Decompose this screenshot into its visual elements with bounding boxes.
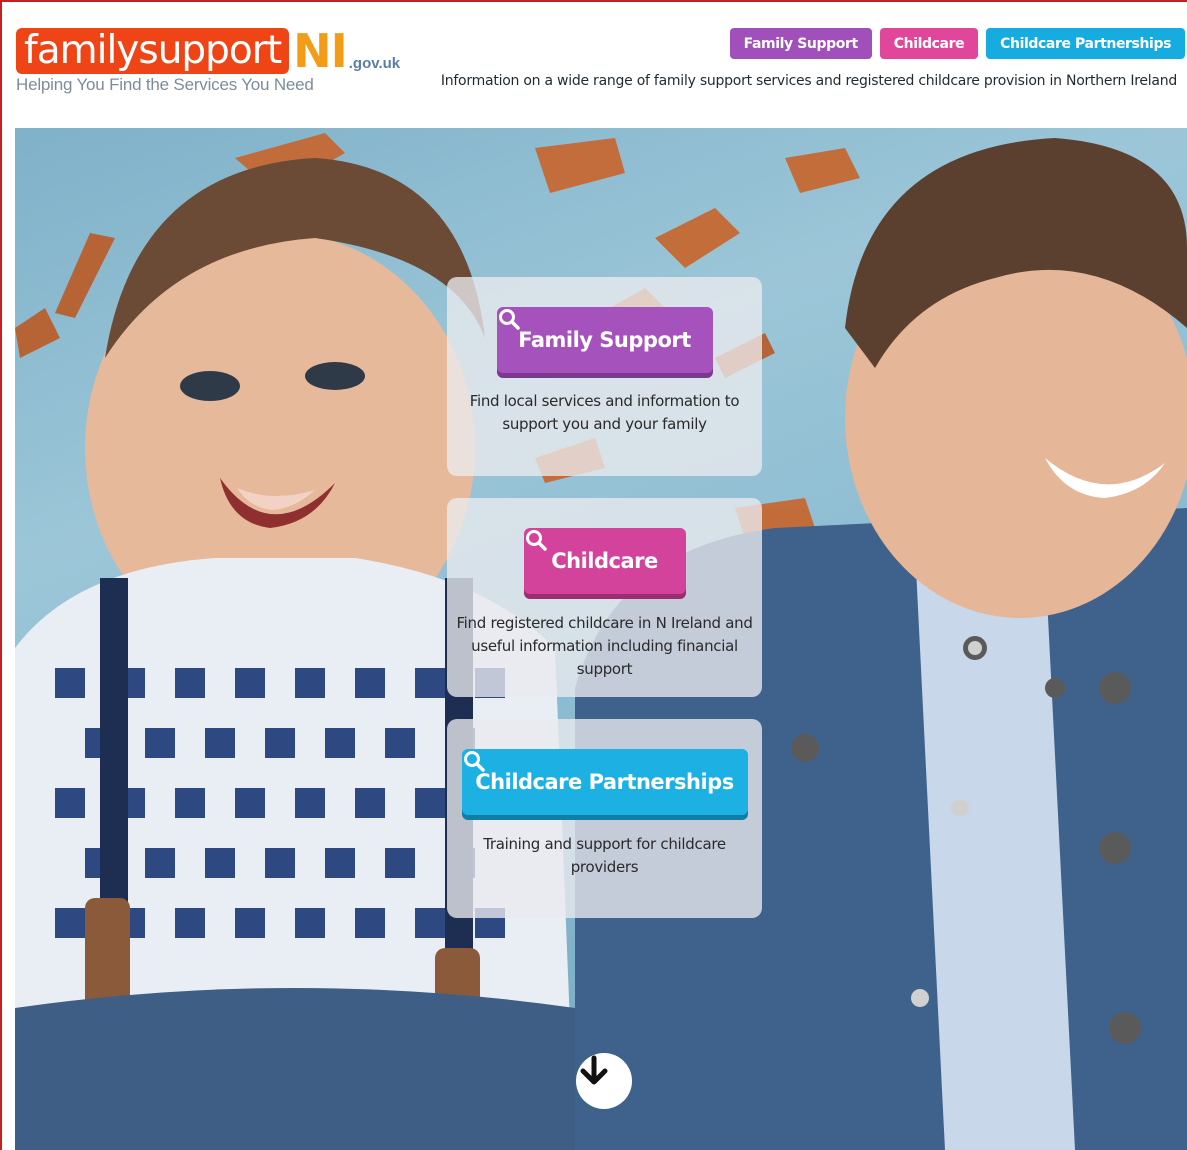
family-support-button-label: Family Support (518, 328, 691, 352)
hero-photo: Family Support Find local services and i… (15, 128, 1187, 1150)
childcare-card: Childcare Find registered childcare in N… (447, 498, 762, 697)
site-logo[interactable]: familysupport NI .gov.uk (16, 22, 400, 74)
family-support-search-button[interactable]: Family Support (496, 307, 713, 373)
arrow-down-icon (580, 1055, 608, 1085)
logo-domain: .gov.uk (348, 55, 401, 72)
childcare-partnerships-description: Training and support for childcare provi… (483, 835, 726, 876)
family-support-card: Family Support Find local services and i… (447, 277, 762, 476)
nav-childcare-partnerships-button[interactable]: Childcare Partnerships (986, 28, 1185, 59)
search-icon (463, 751, 485, 772)
top-nav: Family Support Childcare Childcare Partn… (729, 28, 1185, 59)
childcare-partnerships-card: Childcare Partnerships Training and supp… (447, 719, 762, 918)
site-header: familysupport NI .gov.uk Helping You Fin… (2, 2, 1187, 128)
site-info-text: Information on a wide range of family su… (440, 73, 1177, 89)
logo-wordmark: familysupport (16, 28, 290, 74)
nav-childcare-button[interactable]: Childcare (879, 28, 979, 59)
childcare-partnerships-button-label: Childcare Partnerships (475, 770, 734, 794)
childcare-button-label: Childcare (551, 549, 658, 573)
childcare-partnerships-search-button[interactable]: Childcare Partnerships (461, 749, 748, 815)
scroll-down-button[interactable] (576, 1053, 632, 1109)
childcare-description: Find registered childcare in N Ireland a… (456, 614, 753, 678)
childcare-search-button[interactable]: Childcare (523, 528, 686, 594)
family-support-description: Find local services and information to s… (469, 392, 740, 433)
site-tagline: Helping You Find the Services You Need (16, 75, 314, 94)
search-icon (498, 309, 520, 330)
search-icon (525, 530, 547, 551)
logo-ni: NI (293, 24, 348, 78)
nav-family-support-button[interactable]: Family Support (729, 28, 872, 59)
